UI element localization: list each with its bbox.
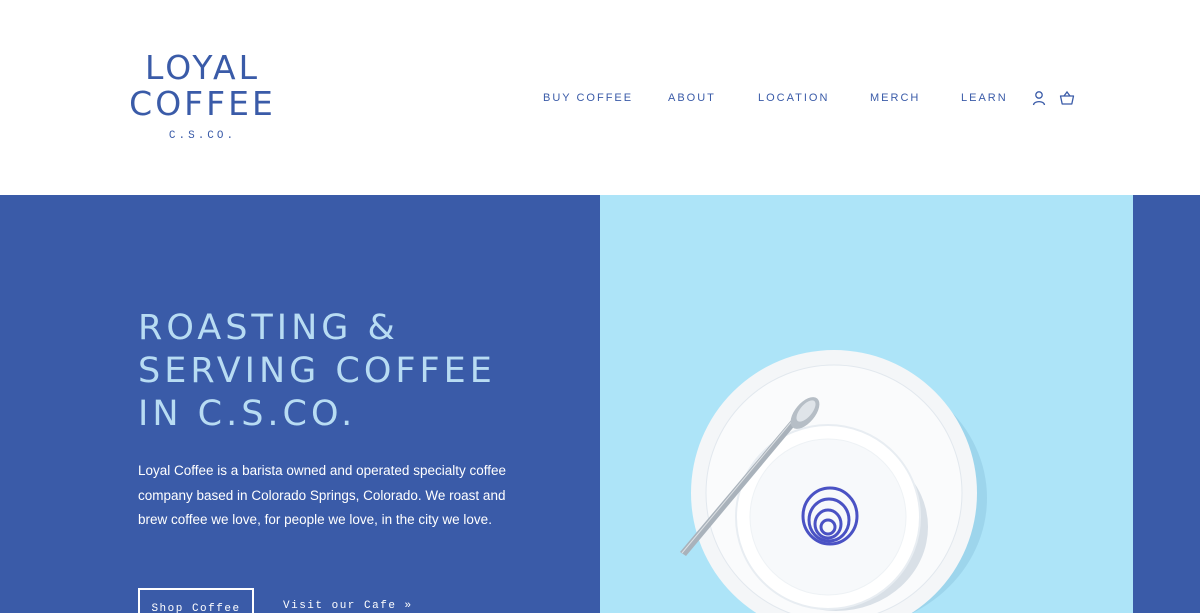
user-icon[interactable]: [1031, 90, 1047, 106]
nav-item-buy-coffee[interactable]: BUY COFFEE: [543, 92, 633, 104]
logo-line-1: LOYAL: [145, 48, 260, 87]
nav-item-merch[interactable]: MERCH: [870, 92, 920, 104]
hero-headline-line-3: IN C.S.CO.: [138, 394, 357, 434]
hero-headline-line-2: SERVING COFFEE: [138, 351, 496, 391]
hero-image: [600, 195, 1133, 613]
cart-icon[interactable]: [1059, 90, 1075, 106]
nav-item-about[interactable]: ABOUT: [668, 92, 716, 104]
hero-section: ROASTING & SERVING COFFEE IN C.S.CO. Loy…: [0, 195, 1200, 613]
nav-item-learn[interactable]: LEARN: [961, 92, 1008, 104]
nav-item-location[interactable]: LOCATION: [758, 92, 829, 104]
logo-line-2: COFFEE: [129, 84, 276, 123]
site-header: LOYAL COFFEE C.S.CO. BUY COFFEE ABOUT LO…: [0, 0, 1200, 195]
visit-cafe-link[interactable]: Visit our Cafe »: [283, 600, 413, 612]
logo[interactable]: LOYAL COFFEE C.S.CO.: [120, 48, 285, 143]
hero-headline-line-1: ROASTING &: [138, 308, 399, 348]
logo-tagline: C.S.CO.: [168, 130, 237, 142]
shop-coffee-button[interactable]: Shop Coffee: [138, 588, 254, 613]
hero-description: Loyal Coffee is a barista owned and oper…: [138, 463, 506, 527]
coffee-cup-icon: [680, 350, 987, 613]
hero-headline: ROASTING & SERVING COFFEE IN C.S.CO.: [138, 307, 558, 436]
